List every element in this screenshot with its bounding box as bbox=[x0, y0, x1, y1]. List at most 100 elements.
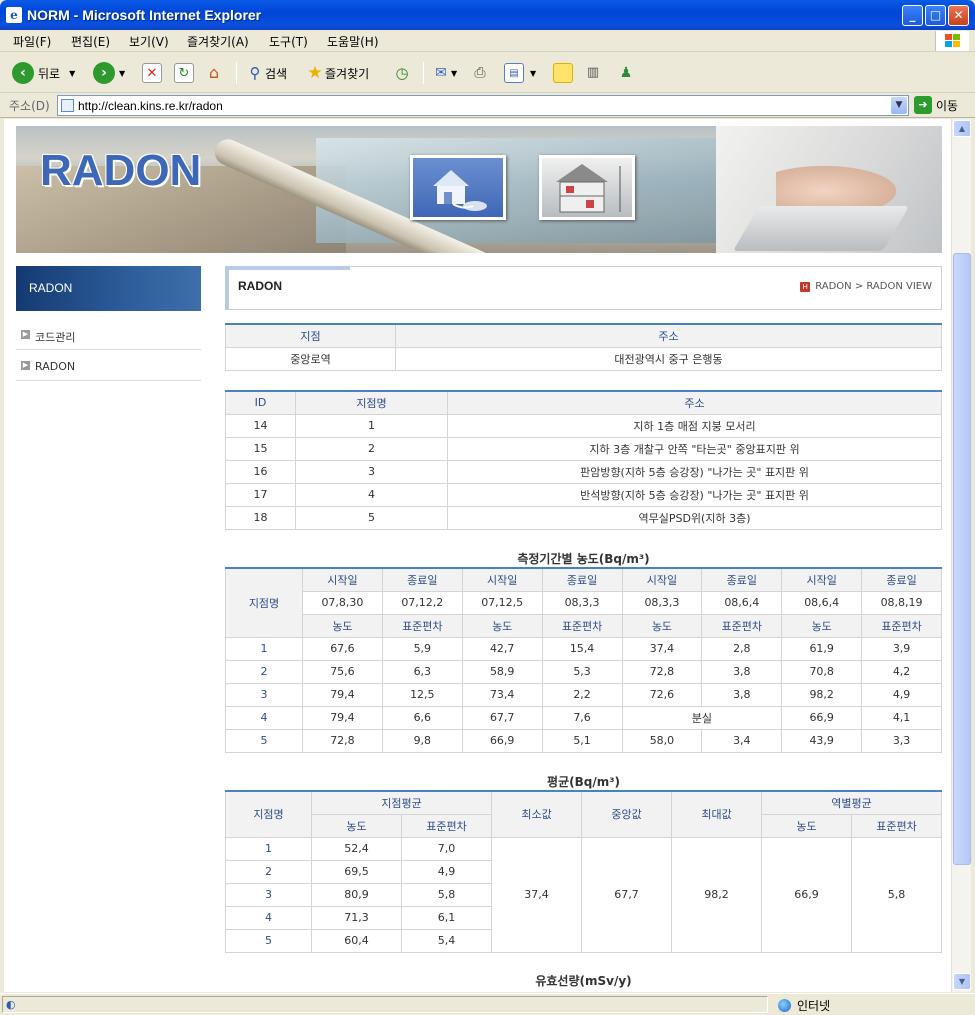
value-cell: 5,1 bbox=[541, 728, 623, 753]
period-table: 지점명 시작일 종료일 시작일 종료일 시작일 종료일 시작일 종료일 07,8,30 0… bbox=[225, 567, 942, 753]
toolbar: ‹ 뒤로 ▼ › ▼ ✕ ↻ ⌂ ⚲ 검색 ★ 즐겨찾기 ◷ ✉ ▼ ⎙ ▤ ▼ ▥… bbox=[0, 53, 975, 93]
value-cell: 60,4 bbox=[311, 928, 402, 953]
site-name: 중앙로역 bbox=[225, 346, 396, 371]
bullet-icon: ▶ bbox=[21, 361, 30, 370]
sd-header: 표준편차 bbox=[541, 613, 623, 638]
title-bar: e NORM - Microsoft Internet Explorer _ □… bbox=[0, 0, 975, 30]
content-title-box: RADON H RADON > RADON VIEW bbox=[225, 266, 942, 310]
points-table: ID 지점명 주소 14 1 지하 1층 매점 지붕 모서리 15 2 지하 3층 개찰구 … bbox=[225, 390, 942, 530]
point-link[interactable]: 1 bbox=[225, 836, 312, 861]
address-input[interactable]: http://clean.kins.re.kr/radon ▼ bbox=[57, 95, 909, 116]
maximize-button[interactable]: □ bbox=[925, 5, 946, 26]
history-icon: ◷ bbox=[395, 64, 409, 82]
history-button[interactable]: ◷ bbox=[392, 60, 412, 86]
page-status-icon: ◐ bbox=[6, 998, 16, 1011]
cell-point: 3 bbox=[295, 459, 448, 484]
menu-edit[interactable]: 편집(E) bbox=[71, 33, 110, 50]
point-link[interactable]: 3 bbox=[225, 882, 312, 907]
home-button[interactable]: ⌂ bbox=[204, 60, 224, 86]
discuss-button[interactable] bbox=[553, 60, 573, 86]
point-link[interactable]: 2 bbox=[225, 859, 312, 884]
average-table: 지점명 지점평균 최소값 중앙값 최대값 역별평균 농도 표준편차 농도 표준편차 … bbox=[225, 790, 942, 953]
stop-icon: ✕ bbox=[142, 63, 162, 83]
messenger-button[interactable]: ♟ bbox=[616, 60, 636, 86]
edit-button[interactable]: ▤ ▼ bbox=[504, 60, 536, 86]
globe-icon bbox=[778, 999, 791, 1012]
value-cell: 3,8 bbox=[701, 682, 783, 707]
sidebar-item-label: RADON bbox=[35, 360, 76, 373]
close-button[interactable]: ✕ bbox=[948, 5, 969, 26]
menu-view[interactable]: 보기(V) bbox=[129, 33, 169, 50]
print-button[interactable]: ⎙ bbox=[470, 60, 490, 86]
point-link[interactable]: 5 bbox=[225, 728, 303, 753]
point-link[interactable]: 5 bbox=[225, 928, 312, 953]
site-table: 지점 주소 중앙로역 대전광역시 중구 은행동 bbox=[225, 323, 942, 371]
sd-header: 표준편차 bbox=[701, 613, 783, 638]
cell-address: 판암방향(지하 5층 승강장) "나가는 곳" 표지판 위 bbox=[447, 459, 942, 484]
left-navigation: RADON ▶ 코드관리 ▶ RADON bbox=[16, 266, 201, 381]
value-cell: 6,3 bbox=[381, 659, 463, 684]
point-link[interactable]: 3 bbox=[225, 682, 303, 707]
sidebar-item-code[interactable]: ▶ 코드관리 bbox=[16, 319, 201, 350]
cell-id: 14 bbox=[225, 413, 296, 438]
cell-id: 18 bbox=[225, 505, 296, 530]
star-icon: ★ bbox=[307, 63, 323, 83]
sidebar-item-radon[interactable]: ▶ RADON bbox=[16, 350, 201, 381]
value-cell: 73,4 bbox=[461, 682, 543, 707]
address-dropdown-icon[interactable]: ▼ bbox=[891, 97, 907, 114]
value-cell: 9,8 bbox=[381, 728, 463, 753]
value-cell: 43,9 bbox=[781, 728, 863, 753]
point-header: 지점명 bbox=[295, 390, 448, 415]
start-header: 시작일 bbox=[302, 567, 383, 592]
value-cell: 69,5 bbox=[311, 859, 402, 884]
scroll-up-icon[interactable]: ▲ bbox=[953, 120, 971, 137]
point-link[interactable]: 1 bbox=[225, 636, 303, 661]
value-cell: 6,1 bbox=[400, 905, 493, 930]
stop-button[interactable]: ✕ bbox=[142, 60, 162, 86]
menu-favorites[interactable]: 즐겨찾기(A) bbox=[187, 33, 249, 50]
vertical-scrollbar[interactable]: ▲ ▼ bbox=[951, 119, 971, 992]
search-button[interactable]: ⚲ 검색 bbox=[245, 60, 288, 86]
cell-address: 지하 3층 개찰구 안쪽 "타는곳" 중앙표지판 위 bbox=[447, 436, 942, 461]
back-button[interactable]: ‹ 뒤로 ▼ bbox=[12, 60, 75, 86]
conc-header: 농도 bbox=[302, 613, 383, 638]
point-link[interactable]: 4 bbox=[225, 705, 303, 730]
refresh-button[interactable]: ↻ bbox=[174, 60, 194, 86]
minimize-button[interactable]: _ bbox=[902, 5, 923, 26]
address-bar: 주소(D) http://clean.kins.re.kr/radon ▼ ➜ 이… bbox=[0, 94, 975, 118]
start-header: 시작일 bbox=[461, 567, 543, 592]
value-cell: 3,9 bbox=[861, 636, 942, 661]
mail-button[interactable]: ✉ ▼ bbox=[431, 60, 457, 86]
home-icon: ⌂ bbox=[208, 63, 220, 82]
average-title: 평균(Bq/m³) bbox=[547, 775, 620, 789]
scroll-thumb[interactable] bbox=[953, 253, 971, 865]
value-cell: 80,9 bbox=[311, 882, 402, 907]
menu-help[interactable]: 도움말(H) bbox=[327, 33, 379, 50]
table-row: 16 3 판암방향(지하 5층 승강장) "나가는 곳" 표지판 위 bbox=[225, 459, 942, 484]
favorites-button[interactable]: ★ 즐겨찾기 bbox=[305, 60, 369, 86]
forward-button[interactable]: › ▼ bbox=[93, 60, 125, 86]
menu-file[interactable]: 파일(F) bbox=[13, 33, 51, 50]
research-button[interactable]: ▥ bbox=[583, 60, 603, 86]
go-button[interactable]: ➜ 이동 bbox=[914, 96, 958, 114]
scroll-down-icon[interactable]: ▼ bbox=[953, 973, 971, 990]
date-cell: 08,6,4 bbox=[701, 590, 783, 615]
menu-tools[interactable]: 도구(T) bbox=[269, 33, 308, 50]
station-conc-value: 66,9 bbox=[761, 836, 853, 953]
zone-label: 인터넷 bbox=[797, 999, 831, 1013]
point-link[interactable]: 2 bbox=[225, 659, 303, 684]
date-cell: 07,12,2 bbox=[381, 590, 463, 615]
go-label: 이동 bbox=[936, 98, 959, 113]
sd-header: 표준편차 bbox=[851, 813, 942, 838]
value-cell: 3,4 bbox=[701, 728, 783, 753]
breadcrumb: H RADON > RADON VIEW bbox=[800, 281, 932, 292]
security-zone: 인터넷 bbox=[778, 997, 830, 1014]
point-link[interactable]: 4 bbox=[225, 905, 312, 930]
value-cell: 58,9 bbox=[461, 659, 543, 684]
value-cell: 98,2 bbox=[781, 682, 863, 707]
forward-arrow-icon: › bbox=[93, 62, 115, 84]
mail-icon: ✉ bbox=[435, 65, 447, 81]
value-cell: 52,4 bbox=[311, 836, 402, 861]
max-value: 98,2 bbox=[671, 836, 763, 953]
value-cell: 66,9 bbox=[781, 705, 863, 730]
